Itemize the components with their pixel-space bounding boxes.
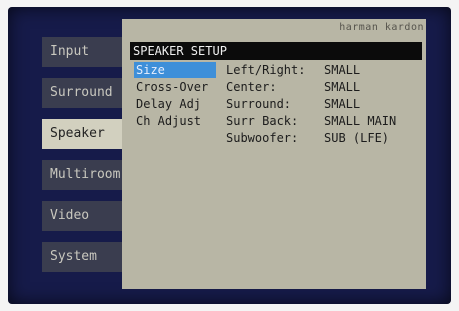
menu-item-size[interactable]: Size [134, 62, 216, 78]
menu-item-cross-over[interactable]: Cross-Over [134, 79, 216, 95]
panel-title: SPEAKER SETUP [130, 42, 422, 60]
menu-item-ch-adjust[interactable]: Ch Adjust [134, 113, 216, 129]
setting-label-surround: Surround: [226, 97, 292, 111]
setting-value-subwoofer[interactable]: SUB (LFE) [324, 130, 389, 146]
setting-label-center: Center: [226, 80, 277, 94]
sidebar-tab-speaker[interactable]: Speaker [42, 119, 124, 149]
setting-label-surr-back: Surr Back: [226, 114, 299, 128]
setting-label-left-right: Left/Right: [226, 63, 306, 77]
setting-label-subwoofer: Subwoofer: [226, 131, 299, 145]
speaker-setup-panel: harman kardon SPEAKER SETUP Size Cross-O… [122, 19, 426, 289]
setting-value-surround[interactable]: SMALL [324, 96, 360, 112]
setting-value-center[interactable]: SMALL [324, 79, 360, 95]
tv-screen: Input Surround Speaker Multiroom Video S… [8, 7, 451, 304]
setting-value-left-right[interactable]: SMALL [324, 62, 360, 78]
setting-value-surr-back[interactable]: SMALL MAIN [324, 113, 396, 129]
menu-item-delay-adj[interactable]: Delay Adj [134, 96, 216, 112]
brand-logo: harman kardon [339, 22, 424, 33]
